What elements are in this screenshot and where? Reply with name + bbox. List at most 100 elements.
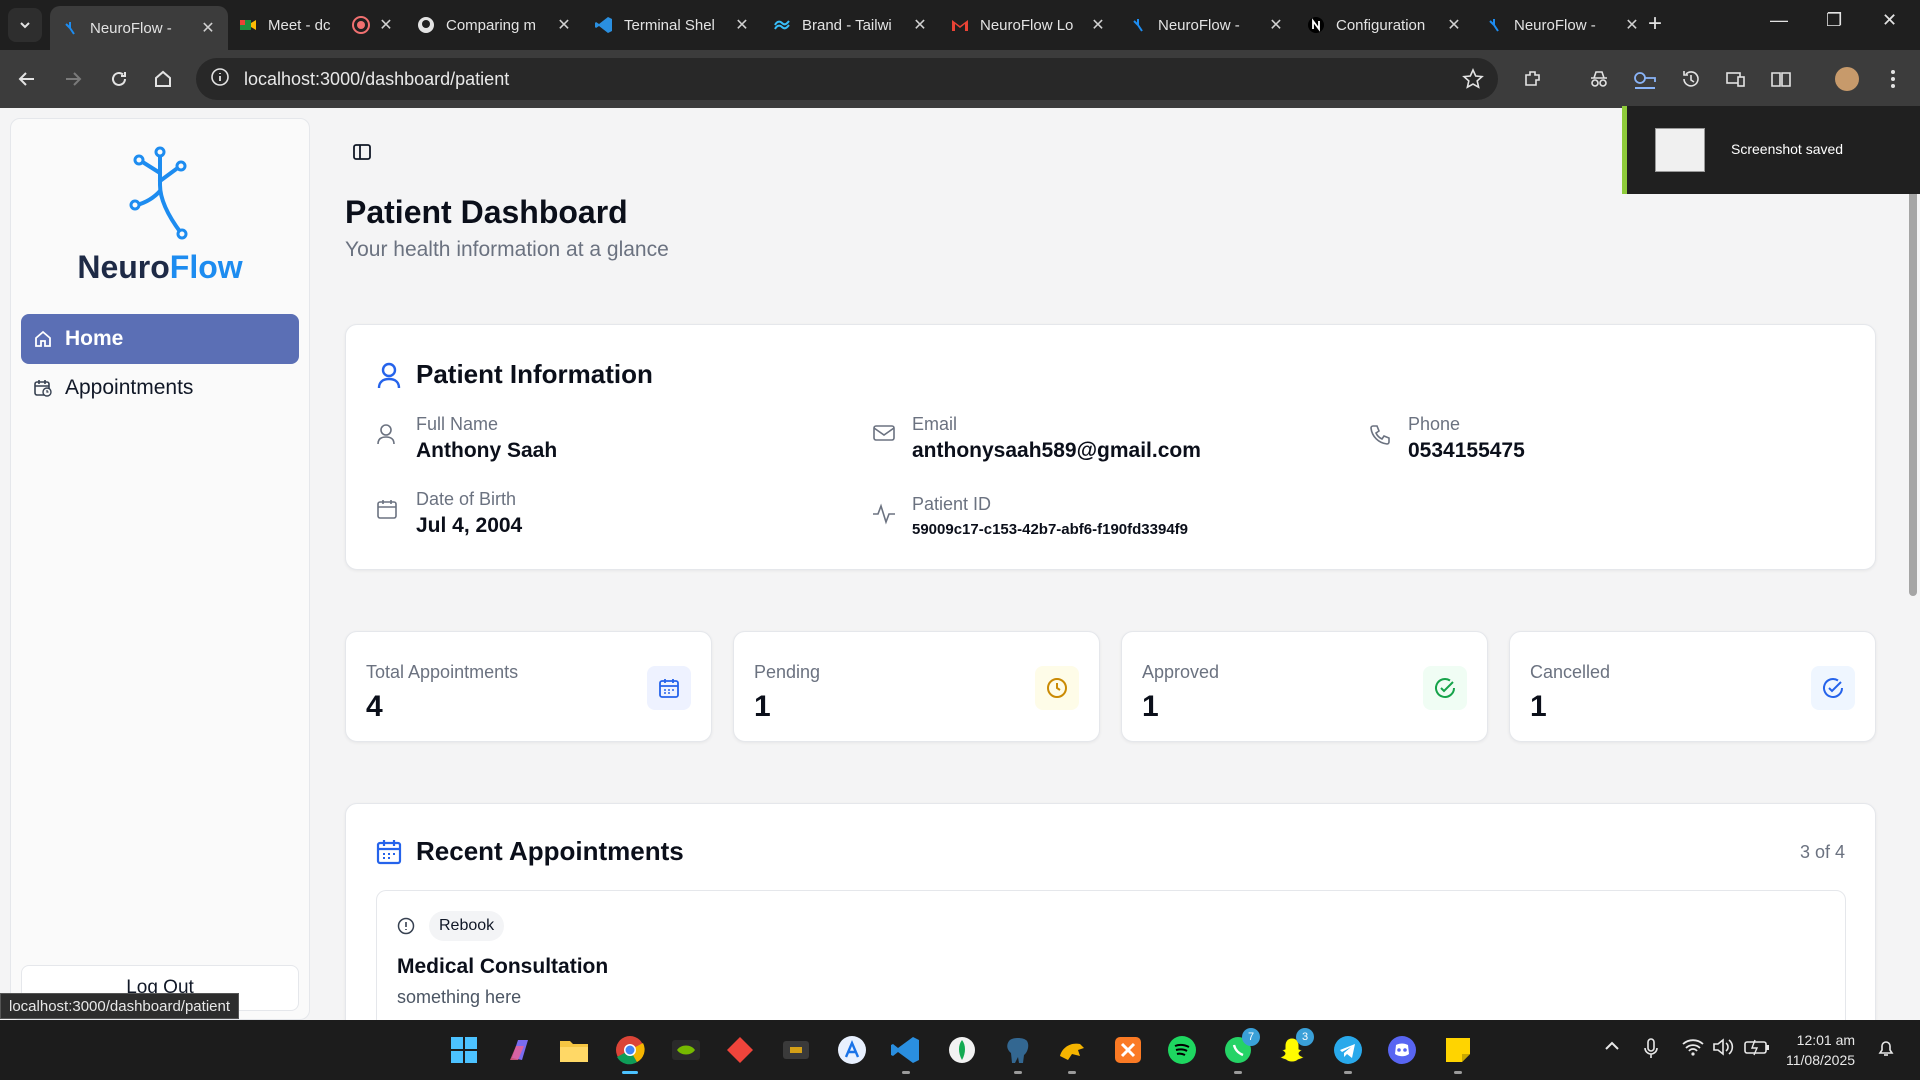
browser-tab[interactable]: NeuroFlow - ✕ bbox=[1118, 8, 1296, 42]
extensions-icon[interactable] bbox=[1518, 64, 1548, 94]
spotify-icon[interactable] bbox=[1164, 1032, 1200, 1068]
recent-appointments-card: Recent Appointments 3 of 4 Rebook Medica… bbox=[345, 803, 1876, 1020]
home-button[interactable] bbox=[148, 64, 178, 94]
anydesk-icon[interactable] bbox=[722, 1032, 758, 1068]
restore-button[interactable]: ❐ bbox=[1826, 10, 1842, 31]
telegram-icon[interactable] bbox=[1330, 1032, 1366, 1074]
close-icon[interactable]: ✕ bbox=[1266, 15, 1286, 35]
discord-icon[interactable] bbox=[1384, 1032, 1420, 1068]
battery-icon[interactable] bbox=[1744, 1038, 1770, 1061]
browser-tab-bar: NeuroFlow - ✕ Meet - dc ✕ Comparing m ✕ … bbox=[0, 0, 1920, 50]
browser-tab[interactable]: Configuration ✕ bbox=[1296, 8, 1474, 42]
stat-label: Total Appointments bbox=[366, 662, 519, 682]
dbeaver-icon[interactable] bbox=[1054, 1032, 1090, 1074]
wifi-icon[interactable] bbox=[1682, 1038, 1704, 1061]
mongodb-icon[interactable] bbox=[944, 1032, 980, 1068]
password-key-icon[interactable] bbox=[1630, 64, 1660, 94]
postgresql-icon[interactable] bbox=[1000, 1032, 1036, 1074]
url-text: localhost:3000/dashboard/patient bbox=[244, 68, 510, 89]
microphone-icon[interactable] bbox=[1644, 1038, 1658, 1065]
close-icon[interactable]: ✕ bbox=[1088, 15, 1108, 35]
copilot-icon[interactable] bbox=[502, 1032, 538, 1068]
minimize-button[interactable]: — bbox=[1770, 10, 1788, 31]
close-icon[interactable]: ✕ bbox=[198, 18, 218, 38]
close-icon[interactable]: ✕ bbox=[1444, 15, 1464, 35]
stat-card-total: Total Appointments 4 bbox=[345, 631, 712, 742]
page-scrollbar[interactable] bbox=[1906, 108, 1920, 1020]
screenshot-thumbnail bbox=[1655, 128, 1705, 172]
close-icon[interactable]: ✕ bbox=[554, 15, 574, 35]
browser-menu-icon[interactable] bbox=[1878, 64, 1908, 94]
browser-tab[interactable]: Terminal Shel ✕ bbox=[584, 8, 762, 42]
tab-title: NeuroFlow - bbox=[1514, 16, 1596, 34]
close-icon[interactable]: ✕ bbox=[910, 15, 930, 35]
new-tab-button[interactable]: + bbox=[1648, 10, 1662, 38]
address-bar[interactable]: localhost:3000/dashboard/patient bbox=[196, 58, 1498, 100]
nvidia-icon[interactable] bbox=[668, 1032, 704, 1068]
browser-toolbar: localhost:3000/dashboard/patient bbox=[0, 50, 1920, 108]
notifications-icon[interactable] bbox=[1876, 1038, 1896, 1063]
xampp-icon[interactable] bbox=[1110, 1032, 1146, 1068]
start-menu-icon[interactable] bbox=[446, 1032, 482, 1068]
recent-appointments-title: Recent Appointments bbox=[416, 836, 684, 866]
screenshot-toast[interactable]: Screenshot saved bbox=[1622, 106, 1920, 194]
close-icon[interactable]: ✕ bbox=[376, 15, 396, 35]
profile-avatar[interactable] bbox=[1832, 64, 1862, 94]
dob-label: Date of Birth bbox=[416, 489, 517, 509]
site-info-icon[interactable] bbox=[210, 67, 230, 92]
browser-tab[interactable]: Brand - Tailwi ✕ bbox=[762, 8, 940, 42]
calendar-icon bbox=[376, 838, 402, 866]
stat-card-approved: Approved 1 bbox=[1121, 631, 1488, 742]
forward-button[interactable] bbox=[58, 64, 88, 94]
snapchat-icon[interactable]: 3 bbox=[1274, 1028, 1314, 1068]
app-store-icon[interactable] bbox=[834, 1032, 870, 1068]
email-field: Email anthonysaah589@gmail.com bbox=[872, 413, 1201, 463]
system-clock[interactable]: 12:01 am 11/08/2025 bbox=[1786, 1030, 1855, 1070]
sidebar-toggle-icon[interactable] bbox=[352, 142, 372, 167]
show-hidden-icons-icon[interactable] bbox=[1604, 1038, 1620, 1056]
history-icon[interactable] bbox=[1676, 64, 1706, 94]
appointment-item[interactable]: Rebook Medical Consultation something he… bbox=[376, 890, 1846, 1020]
dob-field: Date of Birth Jul 4, 2004 bbox=[376, 488, 522, 538]
browser-tab[interactable]: Comparing m ✕ bbox=[406, 8, 584, 42]
vscode-icon[interactable] bbox=[888, 1032, 924, 1074]
devices-icon[interactable] bbox=[1720, 64, 1750, 94]
close-icon[interactable]: ✕ bbox=[732, 15, 752, 35]
tailwind-icon bbox=[772, 15, 792, 35]
email-value: anthonysaah589@gmail.com bbox=[912, 439, 1201, 462]
scrollbar-thumb[interactable] bbox=[1909, 166, 1917, 596]
reading-mode-icon[interactable] bbox=[1766, 64, 1796, 94]
reload-button[interactable] bbox=[104, 64, 134, 94]
tab-title: Brand - Tailwi bbox=[802, 16, 892, 34]
stat-value: 4 bbox=[366, 690, 383, 723]
stat-value: 1 bbox=[754, 690, 771, 723]
incognito-icon[interactable] bbox=[1584, 64, 1614, 94]
browser-tab[interactable]: NeuroFlow Lo ✕ bbox=[940, 8, 1118, 42]
recent-appointments-heading: Recent Appointments bbox=[376, 836, 684, 867]
tab-title: Meet - dc bbox=[268, 16, 331, 34]
calendar-icon bbox=[647, 666, 691, 710]
tab-title: NeuroFlow Lo bbox=[980, 16, 1074, 34]
window-close-button[interactable]: ✕ bbox=[1882, 10, 1897, 31]
sidebar-item-home[interactable]: Home bbox=[21, 314, 299, 364]
sticky-notes-icon[interactable] bbox=[1440, 1032, 1476, 1074]
dob-value: Jul 4, 2004 bbox=[416, 514, 523, 537]
chrome-icon[interactable] bbox=[612, 1032, 648, 1074]
browser-tab[interactable]: NeuroFlow - ✕ bbox=[1474, 8, 1652, 42]
back-button[interactable] bbox=[12, 64, 42, 94]
browser-tab[interactable]: Meet - dc ✕ bbox=[228, 8, 406, 42]
game-bar-icon[interactable] bbox=[778, 1032, 814, 1068]
whatsapp-icon[interactable]: 7 bbox=[1220, 1028, 1260, 1074]
tab-title: Comparing m bbox=[446, 16, 537, 34]
tab-title: NeuroFlow - bbox=[90, 19, 172, 37]
activity-icon bbox=[872, 503, 898, 525]
close-icon[interactable]: ✕ bbox=[1622, 15, 1642, 35]
browser-tab[interactable]: NeuroFlow - ✕ bbox=[50, 6, 228, 50]
tab-search-button[interactable] bbox=[8, 8, 42, 42]
snapchat-badge: 3 bbox=[1296, 1028, 1314, 1046]
sidebar-item-appointments[interactable]: Appointments bbox=[21, 363, 299, 413]
email-label: Email bbox=[912, 414, 958, 434]
bookmark-star-icon[interactable] bbox=[1462, 68, 1484, 95]
file-explorer-icon[interactable] bbox=[556, 1032, 592, 1068]
volume-icon[interactable] bbox=[1712, 1038, 1734, 1061]
